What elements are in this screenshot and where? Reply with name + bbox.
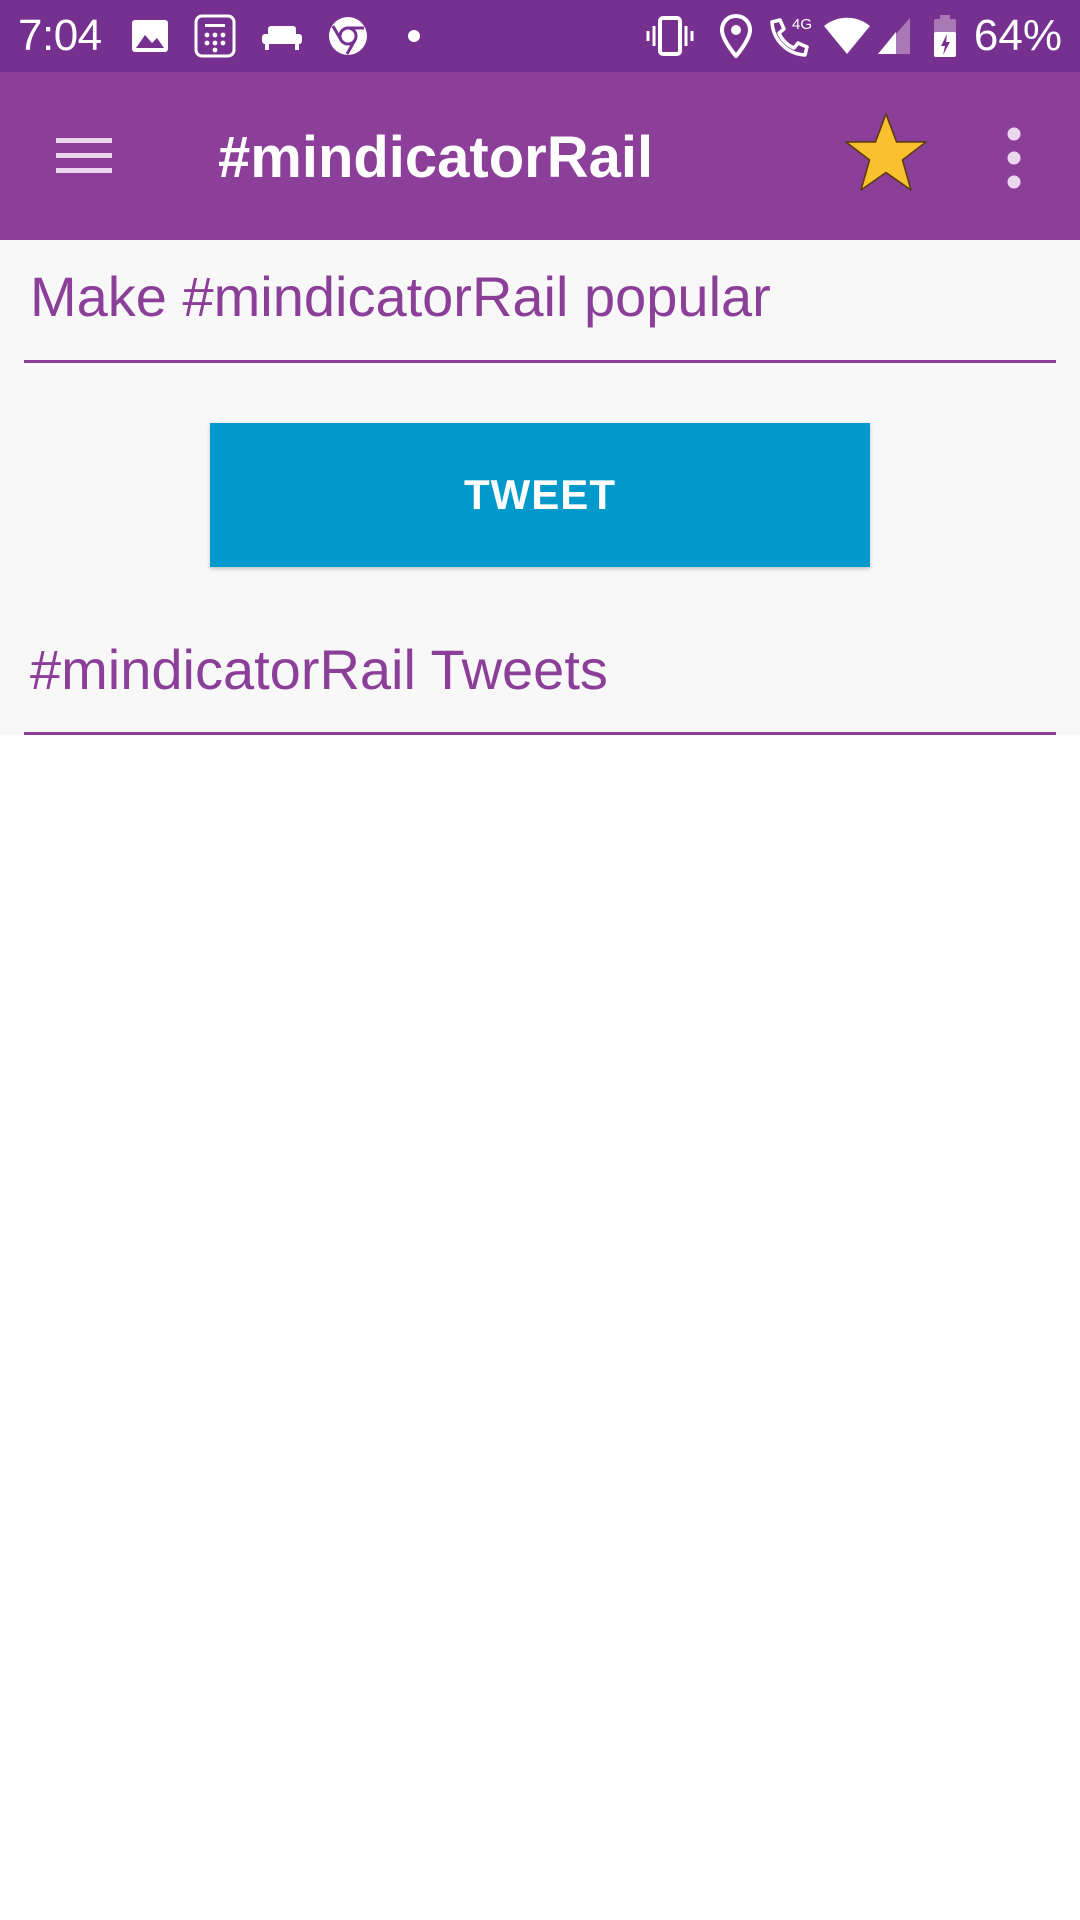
tweets-heading: #mindicatorRail Tweets — [30, 638, 608, 701]
hamburger-menu-icon — [56, 138, 112, 173]
app-bar: #mindicatorRail — [0, 72, 1080, 240]
star-icon — [845, 113, 927, 191]
status-time: 7:04 — [18, 11, 102, 60]
image-icon — [132, 20, 168, 52]
promo-heading: Make #mindicatorRail popular — [30, 265, 771, 328]
main-content: Make #mindicatorRail popular TWEET #mind… — [0, 240, 1080, 735]
overflow-menu-button[interactable] — [990, 124, 1038, 192]
favorite-button[interactable] — [838, 110, 934, 202]
tweets-divider — [24, 732, 1056, 735]
dot-icon — [408, 30, 420, 42]
tweet-button[interactable]: TWEET — [210, 423, 870, 567]
wifi-call-icon: 4G — [770, 16, 812, 57]
chrome-icon — [329, 17, 367, 55]
wifi-icon — [824, 17, 870, 54]
menu-button[interactable] — [40, 112, 128, 200]
network-type-label: 4G — [792, 16, 812, 33]
sofa-icon — [262, 26, 302, 50]
signal-icon — [878, 18, 910, 54]
battery-charging-icon — [934, 15, 956, 57]
vibrate-icon — [646, 16, 694, 56]
app-title: #mindicatorRail — [218, 125, 654, 190]
more-vertical-icon — [1007, 127, 1021, 189]
battery-percent: 64% — [973, 11, 1062, 60]
status-bar: 7:04 4G 64% — [0, 0, 1080, 72]
calculator-icon — [194, 14, 236, 58]
location-icon — [719, 14, 753, 58]
promo-divider — [24, 360, 1056, 363]
